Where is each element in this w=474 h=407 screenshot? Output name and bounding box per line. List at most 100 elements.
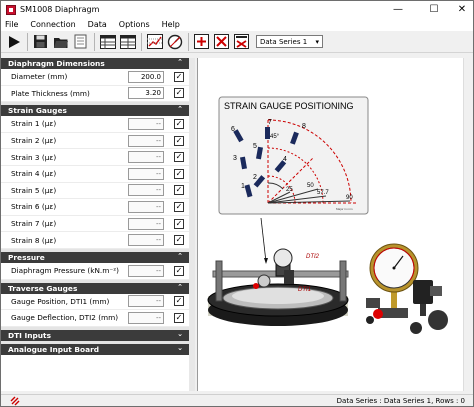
expand-chevron-icon[interactable]: ⌄ — [177, 344, 183, 352]
title-bar: SM1008 Diaphragm — ☐ ✕ — [1, 1, 473, 18]
strain-checkbox[interactable]: ✓ — [174, 168, 184, 179]
gauge-position-label: Gauge Position, DTI1 (mm) — [11, 296, 110, 306]
strain-checkbox[interactable]: ✓ — [174, 185, 184, 196]
row-strain-4: Strain 4 (µε) -- ✓ — [1, 166, 189, 183]
chart-button[interactable] — [145, 32, 164, 51]
maximize-button[interactable]: ☐ — [421, 1, 447, 18]
chevron-down-icon: ▾ — [315, 37, 319, 46]
section-header-analogue[interactable]: Analogue Input Board ⌄ — [1, 343, 189, 355]
strain-checkbox[interactable]: ✓ — [174, 235, 184, 246]
collapse-chevron-icon[interactable]: ⌃ — [177, 283, 183, 291]
strain-label: Strain 1 (µε) — [11, 119, 57, 129]
units-note: Major in mm — [336, 207, 353, 211]
open-folder-icon — [53, 37, 68, 48]
menu-connection[interactable]: Connection — [30, 20, 75, 29]
open-button[interactable] — [51, 32, 70, 51]
row-strain-8: Strain 8 (µε) -- ✓ — [1, 232, 189, 249]
gauge-number-8: 8 — [302, 123, 306, 130]
section-header-strain[interactable]: Strain Gauges ⌃ — [1, 105, 189, 117]
dti1-label: DTI1 — [298, 287, 311, 293]
gauge-number-3: 3 — [233, 155, 237, 162]
menu-help[interactable]: Help — [162, 20, 180, 29]
strain-label: Strain 4 (µε) — [11, 169, 57, 179]
menu-bar: File Connection Data Options Help — [1, 18, 473, 31]
row-strain-3: Strain 3 (µε) -- ✓ — [1, 149, 189, 166]
strain-value: -- — [128, 134, 164, 147]
strain-checkbox[interactable]: ✓ — [174, 135, 184, 146]
gauge-number-6: 6 — [231, 126, 235, 133]
radius-90-label: 90 — [346, 195, 353, 201]
row-diaphragm-pressure: Diaphragm Pressure (kN.m⁻²) -- ✓ — [1, 263, 189, 280]
data-series-select[interactable]: Data Series 1 ▾ — [256, 35, 323, 48]
status-text: Data Series : Data Series 1, Rows : 0 — [336, 397, 465, 405]
section-header-pressure[interactable]: Pressure ⌃ — [1, 251, 189, 263]
pressure-checkbox[interactable]: ✓ — [174, 265, 184, 276]
inset-title: STRAIN GAUGE POSITIONING — [224, 101, 354, 111]
add-row-button[interactable] — [192, 32, 211, 51]
pressure-value: -- — [128, 264, 164, 277]
app-window: SM1008 Diaphragm — ☐ ✕ File Connection D… — [0, 0, 474, 407]
clear-icon — [234, 34, 249, 49]
strain-value: -- — [128, 167, 164, 180]
menu-file[interactable]: File — [5, 20, 18, 29]
thickness-input[interactable]: 3.20 — [128, 87, 164, 100]
section-title: Pressure — [8, 252, 45, 262]
diaphragm-rig — [207, 248, 349, 326]
gauge-position-checkbox[interactable]: ✓ — [174, 296, 184, 307]
diameter-input[interactable]: 200.0 — [128, 70, 164, 83]
row-gauge-deflection: Gauge Deflection, DTI2 (mm) -- ✓ — [1, 310, 189, 327]
strain-checkbox[interactable]: ✓ — [174, 218, 184, 229]
menu-options[interactable]: Options — [119, 20, 150, 29]
minimize-button[interactable]: — — [385, 1, 411, 18]
row-strain-1: Strain 1 (µε) -- ✓ — [1, 116, 189, 133]
hand-pump — [410, 280, 448, 334]
gauge-settings-icon — [167, 34, 182, 49]
diameter-label: Diameter (mm) — [11, 72, 68, 82]
gauge-settings-button[interactable] — [165, 32, 184, 51]
table-view-button[interactable] — [98, 32, 117, 51]
dti2-label: DTI2 — [306, 254, 320, 260]
row-gauge-position: Gauge Position, DTI1 (mm) -- ✓ — [1, 294, 189, 311]
row-strain-5: Strain 5 (µε) -- ✓ — [1, 183, 189, 200]
collapse-chevron-icon[interactable]: ⌃ — [177, 58, 183, 66]
strain-label: Strain 3 (µε) — [11, 152, 57, 162]
collapse-chevron-icon[interactable]: ⌃ — [177, 105, 183, 113]
strain-value: -- — [128, 200, 164, 213]
section-title: Strain Gauges — [8, 106, 67, 116]
section-diaphragm-dimensions: Diaphragm Dimensions ⌃ Diameter (mm) 200… — [1, 58, 189, 103]
menu-data[interactable]: Data — [88, 20, 107, 29]
status-bar: Data Series : Data Series 1, Rows : 0 — [1, 394, 473, 406]
strain-value: -- — [128, 184, 164, 197]
section-strain-gauges: Strain Gauges ⌃ Strain 1 (µε) -- ✓ Strain … — [1, 105, 189, 249]
section-analogue-input: Analogue Input Board ⌄ — [1, 343, 189, 355]
toolbar: Data Series 1 ▾ — [1, 31, 473, 53]
data-series-value: Data Series 1 — [260, 37, 308, 46]
collapse-chevron-icon[interactable]: ⌃ — [177, 252, 183, 260]
angle-label: 45° — [270, 134, 280, 140]
export-button[interactable] — [71, 32, 90, 51]
section-header-dti[interactable]: DTI Inputs ⌄ — [1, 329, 189, 341]
gauge-number-5: 5 — [253, 143, 257, 150]
expand-chevron-icon[interactable]: ⌄ — [177, 330, 183, 338]
close-button[interactable]: ✕ — [449, 1, 473, 18]
table-view-2-button[interactable] — [118, 32, 137, 51]
thickness-checkbox[interactable]: ✓ — [174, 88, 184, 99]
save-button[interactable] — [31, 32, 50, 51]
play-button[interactable] — [4, 32, 23, 51]
delete-icon — [214, 34, 229, 49]
strain-checkbox[interactable]: ✓ — [174, 118, 184, 129]
row-strain-2: Strain 2 (µε) -- ✓ — [1, 133, 189, 150]
gauge-deflection-value: -- — [128, 311, 164, 324]
gauge-deflection-checkbox[interactable]: ✓ — [174, 312, 184, 323]
app-logo-icon — [6, 4, 16, 15]
strain-checkbox[interactable]: ✓ — [174, 201, 184, 212]
diagram-scrollbar[interactable] — [463, 58, 473, 391]
strain-checkbox[interactable]: ✓ — [174, 152, 184, 163]
panel-splitter[interactable] — [189, 58, 195, 391]
diameter-checkbox[interactable]: ✓ — [174, 71, 184, 82]
delete-row-button[interactable] — [212, 32, 231, 51]
section-header-traverse[interactable]: Traverse Gauges ⌃ — [1, 282, 189, 294]
add-icon — [194, 34, 209, 49]
section-header-diaphragm[interactable]: Diaphragm Dimensions ⌃ — [1, 58, 189, 69]
clear-button[interactable] — [232, 32, 251, 51]
